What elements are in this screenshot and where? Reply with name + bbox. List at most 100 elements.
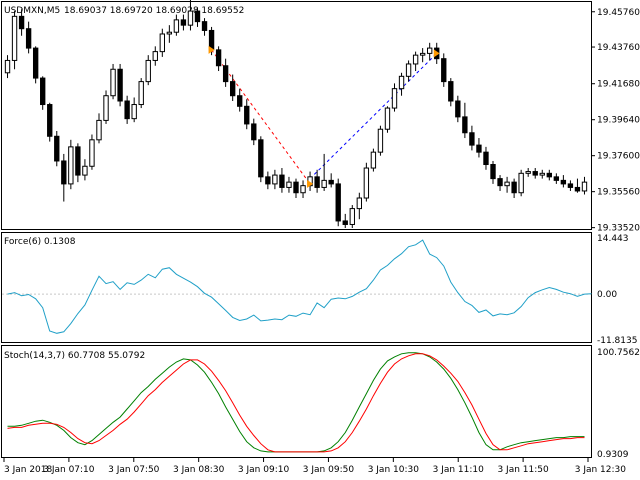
time-tick-label: 3 Jan 07:50	[108, 465, 160, 475]
candle-up	[68, 146, 74, 185]
candle-up	[427, 47, 433, 54]
stoch-tick-label: 0.9309	[597, 450, 629, 460]
symbol-label: USDMXN,M5	[4, 6, 60, 16]
time-tick-label: 3 Jan 10:30	[368, 465, 420, 475]
candle-up	[504, 181, 510, 187]
force-label: Force(6) 0.1308	[4, 237, 76, 247]
candle-up	[377, 128, 384, 153]
candle-up	[159, 33, 165, 53]
candle-down	[194, 10, 201, 23]
time-tick-label: 3 Jan 11:10	[433, 465, 485, 475]
candle-down	[497, 178, 503, 187]
candle-down	[328, 179, 334, 185]
time-tick-label: 3 Jan 07:10	[43, 465, 95, 475]
candle-up	[110, 68, 116, 97]
candle-down	[455, 100, 461, 118]
candle-down	[546, 172, 552, 178]
candle-down	[215, 49, 222, 67]
candle-up	[96, 119, 102, 141]
stoch-tick-label: 100.7562	[597, 348, 640, 358]
candle-up	[131, 104, 137, 120]
price-tick-label: 19.43760	[597, 43, 640, 53]
force-tick-label: 14.443	[597, 234, 629, 244]
candle-down	[279, 174, 285, 188]
candle-down	[490, 164, 496, 180]
candle-up	[103, 95, 109, 121]
candle-up	[286, 181, 292, 188]
price-tick-label: 19.45760	[597, 8, 640, 18]
price-tick-label: 19.33520	[597, 224, 640, 234]
price-tick-label: 19.35560	[597, 188, 640, 198]
candle-down	[258, 139, 264, 178]
candle-up	[581, 181, 588, 192]
candle-down	[117, 68, 123, 102]
time-tick-label: 3 Jan 09:10	[238, 465, 290, 475]
candle-down	[25, 28, 32, 49]
candle-up	[4, 59, 11, 74]
candle-up	[89, 139, 95, 167]
candle-down	[483, 151, 489, 166]
force-tick-label: 0.00	[597, 290, 617, 300]
candle-down	[54, 135, 60, 162]
candle-up	[166, 31, 173, 35]
candle-up	[405, 63, 412, 77]
candle-down	[251, 123, 257, 141]
candle-down	[342, 220, 348, 225]
candle-down	[201, 21, 208, 31]
candle-down	[462, 116, 468, 134]
candle-up	[398, 75, 405, 90]
candle-up	[412, 54, 419, 65]
candle-up	[363, 167, 370, 199]
candle-down	[32, 47, 39, 79]
trading-chart[interactable]: USDMXN,M5 18.69037 18.69720 18.69028 18.…	[0, 0, 640, 480]
candle-down	[314, 176, 320, 188]
candle-up	[321, 179, 327, 188]
candle-down	[61, 160, 67, 185]
candle-down	[553, 176, 560, 181]
candle-up	[82, 165, 88, 176]
candle-up	[370, 151, 377, 169]
time-tick-label: 3 Jan 08:30	[173, 465, 225, 475]
time-tick-label: 3 Jan 11:50	[497, 465, 549, 475]
candle-up	[539, 172, 545, 176]
candle-down	[40, 77, 46, 106]
candle-down	[469, 132, 475, 146]
candle-down	[560, 179, 567, 185]
candle-up	[419, 52, 426, 56]
candle-down	[222, 65, 229, 83]
candle-up	[300, 185, 306, 194]
candle-up	[525, 171, 531, 174]
candle-up	[187, 10, 194, 26]
candle-up	[384, 107, 391, 130]
chart-background	[0, 0, 640, 480]
force-tick-label: -11.8135	[597, 336, 637, 346]
candle-up	[518, 172, 524, 194]
candle-up	[272, 174, 278, 185]
candle-down	[574, 186, 581, 192]
candle-up	[173, 19, 180, 33]
candle-up	[145, 59, 151, 83]
candle-down	[47, 104, 53, 137]
candle-down	[448, 81, 454, 102]
candle-up	[138, 81, 144, 106]
candle-down	[180, 19, 187, 26]
candle-down	[567, 183, 574, 188]
stoch-label: Stoch(14,3,7) 60.7708 55.0792	[4, 351, 145, 361]
candle-down	[229, 81, 236, 97]
time-tick-label: 3 Jan 09:50	[303, 465, 355, 475]
candle-down	[18, 15, 25, 30]
price-tick-label: 19.39640	[597, 116, 640, 126]
candle-down	[293, 181, 299, 194]
candle-up	[349, 208, 355, 225]
candle-down	[532, 171, 538, 176]
ohlc-readout: 18.69037 18.69720 18.69028 18.69552	[64, 6, 244, 16]
candle-down	[124, 100, 130, 120]
price-tick-label: 19.41680	[597, 80, 640, 90]
candle-up	[391, 88, 398, 109]
candle-down	[476, 144, 482, 153]
time-tick-label: 3 Jan 12:30	[575, 465, 627, 475]
candle-down	[237, 95, 243, 107]
candle-down	[265, 176, 271, 185]
candle-up	[356, 197, 363, 210]
candle-up	[152, 51, 158, 61]
